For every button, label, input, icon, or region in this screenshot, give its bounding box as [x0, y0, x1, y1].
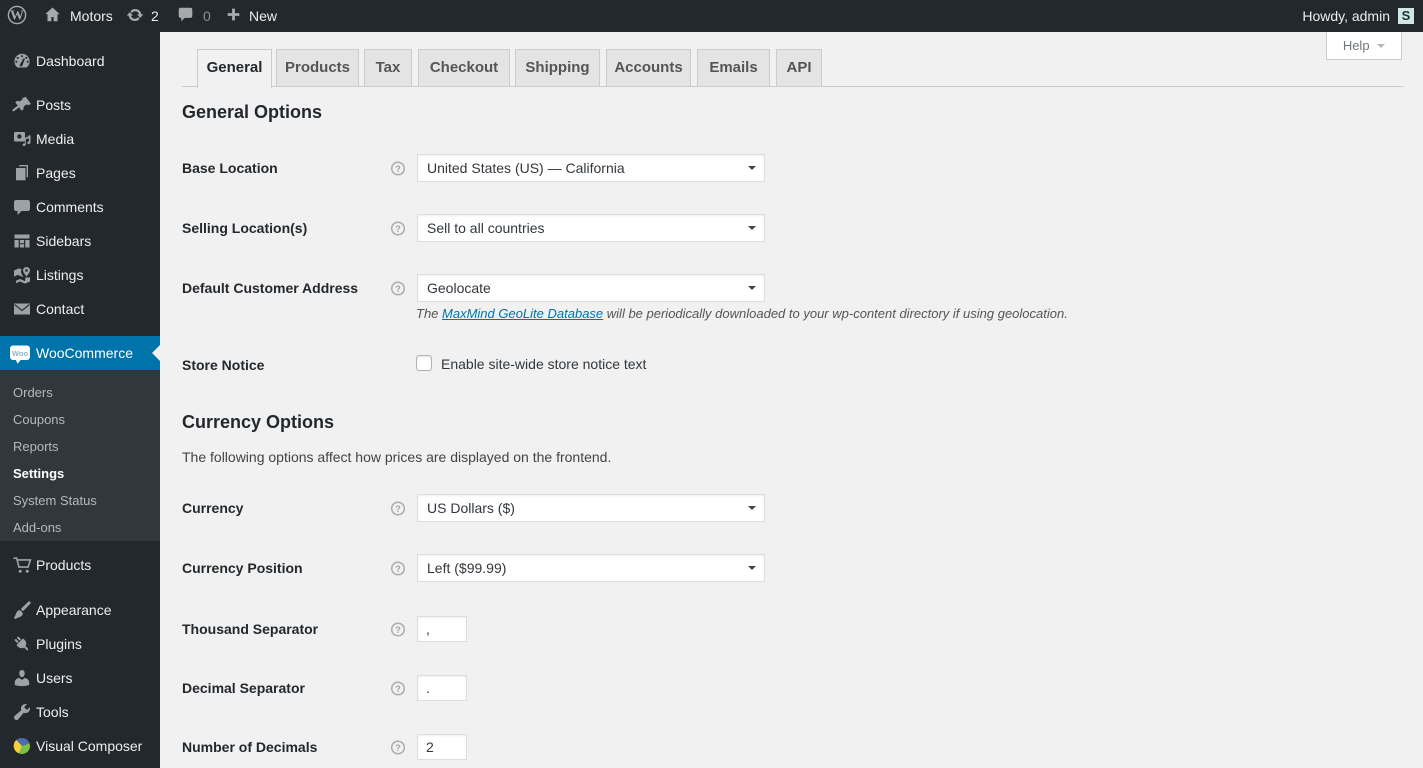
svg-text:?: ?	[395, 284, 401, 294]
svg-text:?: ?	[395, 625, 401, 635]
svg-text:?: ?	[395, 684, 401, 694]
svg-text:?: ?	[395, 564, 401, 574]
svg-text:?: ?	[395, 224, 401, 234]
svg-text:W: W	[10, 8, 24, 23]
svg-text:?: ?	[395, 504, 401, 514]
svg-text:?: ?	[395, 743, 401, 753]
svg-text:?: ?	[395, 164, 401, 174]
svg-text:Woo: Woo	[12, 349, 29, 358]
